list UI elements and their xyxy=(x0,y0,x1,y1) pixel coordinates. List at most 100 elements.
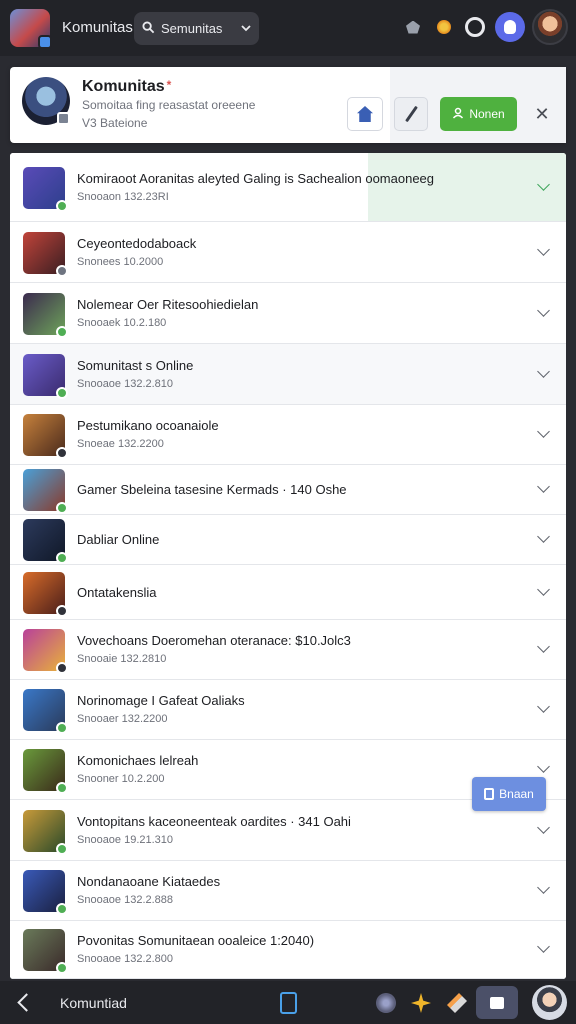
chevron-down-icon[interactable] xyxy=(537,700,550,713)
chevron-down-icon[interactable] xyxy=(537,821,550,834)
chevron-down-icon xyxy=(241,23,251,35)
sparkle-icon[interactable] xyxy=(411,993,431,1013)
home-icon[interactable] xyxy=(347,97,383,131)
chat-icon xyxy=(484,788,495,800)
microphone-icon[interactable] xyxy=(447,993,467,1013)
discord-icon[interactable] xyxy=(495,12,525,42)
chevron-down-icon[interactable] xyxy=(537,304,550,317)
community-row[interactable]: Povonitas Somunitaean ooaleice 1:2040) Sn… xyxy=(10,921,566,979)
pencil-icon[interactable] xyxy=(394,97,428,131)
status-dot-icon xyxy=(56,200,68,212)
community-row[interactable]: Gamer Sbeleina tasesine Kermads · 140 Os… xyxy=(10,465,566,515)
community-row[interactable]: Komiraoot Aoranitas aleyted Galing is Sa… xyxy=(10,153,566,222)
status-dot-icon xyxy=(56,265,68,277)
community-icon xyxy=(23,519,68,564)
join-icon xyxy=(452,107,464,122)
community-title: Komunitas * xyxy=(82,78,171,96)
ring-icon[interactable] xyxy=(464,16,486,38)
user-avatar[interactable] xyxy=(532,9,568,45)
community-name: Pestumikano ocoanaiole xyxy=(77,418,219,433)
status-dot-icon xyxy=(56,502,68,514)
search-icon xyxy=(142,20,155,37)
community-row[interactable]: Ontatakenslia xyxy=(10,565,566,620)
community-meta: Snooaek 10.2.180 xyxy=(77,317,167,329)
status-dot-icon xyxy=(56,903,68,915)
tablet-icon[interactable] xyxy=(280,992,297,1014)
community-meta: Snooaie 132.2810 xyxy=(77,653,167,665)
community-meta: Snooaon 132.23RI xyxy=(77,191,169,203)
status-dot-icon xyxy=(56,722,68,734)
search-dropdown-label: Semunitas xyxy=(161,21,223,36)
community-name: Vontopitans kaceoneenteak oardites · 341… xyxy=(77,814,351,829)
community-header-card: Komunitas * Somoitaa fing reasastat oreee… xyxy=(10,67,566,143)
chevron-down-icon[interactable] xyxy=(537,480,550,493)
community-name: Norinomage I Gafeat Oaliaks xyxy=(77,693,245,708)
join-label: Nonen xyxy=(469,107,505,121)
community-meta: Snooaoe 132.2.810 xyxy=(77,378,174,390)
community-name: Komonichaes lelreah xyxy=(77,753,199,768)
community-row[interactable]: Norinomage I Gafeat Oaliaks Snooaer 132.2… xyxy=(10,680,566,740)
back-icon[interactable] xyxy=(16,993,34,1011)
close-icon[interactable]: ✕ xyxy=(526,97,558,131)
community-row[interactable]: Ceyeontedodaboack Snonees 10.2000 xyxy=(10,222,566,283)
community-row[interactable]: Nolemear Oer Ritesoohiedielan Snooaek 10.… xyxy=(10,283,566,344)
community-icon xyxy=(23,232,68,277)
avatar-badge-icon xyxy=(57,112,70,125)
status-dot-icon xyxy=(56,552,68,564)
app-badge-icon xyxy=(38,35,52,49)
community-meta: Snonees 10.2000 xyxy=(77,256,164,268)
community-name: Nolemear Oer Ritesoohiedielan xyxy=(77,297,259,312)
community-icon xyxy=(23,689,68,734)
status-dot-icon xyxy=(56,387,68,399)
community-name: Povonitas Somunitaean ooaleice 1:2040) xyxy=(77,933,315,948)
chevron-down-icon[interactable] xyxy=(537,583,550,596)
community-icon xyxy=(23,167,68,212)
community-version: V3 Bateione xyxy=(82,116,148,130)
search-dropdown[interactable]: Semunitas xyxy=(134,12,259,45)
required-mark: * xyxy=(166,78,172,92)
chevron-down-icon[interactable] xyxy=(537,760,550,773)
community-name: Ceyeontedodaboack xyxy=(77,236,197,251)
status-dot-icon xyxy=(56,843,68,855)
community-icon xyxy=(23,629,68,674)
community-icon xyxy=(23,572,68,617)
chevron-down-icon[interactable] xyxy=(537,243,550,256)
profile-avatar[interactable] xyxy=(532,985,567,1020)
flame-icon[interactable] xyxy=(433,16,455,38)
community-meta: Snooaoe 132.2.800 xyxy=(77,953,174,965)
message-icon[interactable] xyxy=(476,986,518,1019)
chat-button[interactable]: Bnaan xyxy=(472,777,546,811)
pentagon-icon[interactable] xyxy=(402,16,424,38)
community-meta: Snooaer 132.2200 xyxy=(77,713,168,725)
chevron-down-icon[interactable] xyxy=(537,425,550,438)
community-row[interactable]: Nondanaoane Kiataedes Snooaoe 132.2.888 xyxy=(10,861,566,921)
bottom-title: Komuntiad xyxy=(60,995,127,1011)
status-dot-icon xyxy=(56,782,68,794)
community-row[interactable]: Vovechoans Doeromehan oteranace: $10.Jol… xyxy=(10,620,566,680)
chevron-down-icon[interactable] xyxy=(537,640,550,653)
status-dot-icon xyxy=(56,662,68,674)
community-row[interactable]: Dabliar Online xyxy=(10,515,566,565)
orb-icon[interactable] xyxy=(376,993,396,1013)
row-highlight xyxy=(368,153,566,221)
community-icon xyxy=(23,870,68,915)
community-subtitle: Somoitaa fing reasastat oreeene xyxy=(82,98,256,112)
bottom-bar: Komuntiad xyxy=(0,981,576,1024)
chevron-down-icon[interactable] xyxy=(537,530,550,543)
community-title-text: Komunitas xyxy=(82,78,165,95)
app-icon[interactable] xyxy=(10,9,52,49)
chevron-down-icon[interactable] xyxy=(537,365,550,378)
community-name: Komiraoot Aoranitas aleyted Galing is Sa… xyxy=(77,171,435,186)
community-avatar xyxy=(22,77,70,125)
community-name: Vovechoans Doeromehan oteranace: $10.Jol… xyxy=(77,633,351,648)
community-row[interactable]: Somunitast s Online Snooaoe 132.2.810 xyxy=(10,344,566,405)
status-dot-icon xyxy=(56,605,68,617)
status-dot-icon xyxy=(56,962,68,974)
chevron-down-icon[interactable] xyxy=(537,940,550,953)
community-name: Gamer Sbeleina tasesine Kermads · 140 Os… xyxy=(77,482,347,497)
chevron-down-icon[interactable] xyxy=(537,881,550,894)
community-row[interactable]: Pestumikano ocoanaiole Snoeae 132.2200 xyxy=(10,405,566,465)
community-meta: Snooaoe 19.21.310 xyxy=(77,834,174,846)
join-button[interactable]: Nonen xyxy=(440,97,517,131)
status-dot-icon xyxy=(56,447,68,459)
